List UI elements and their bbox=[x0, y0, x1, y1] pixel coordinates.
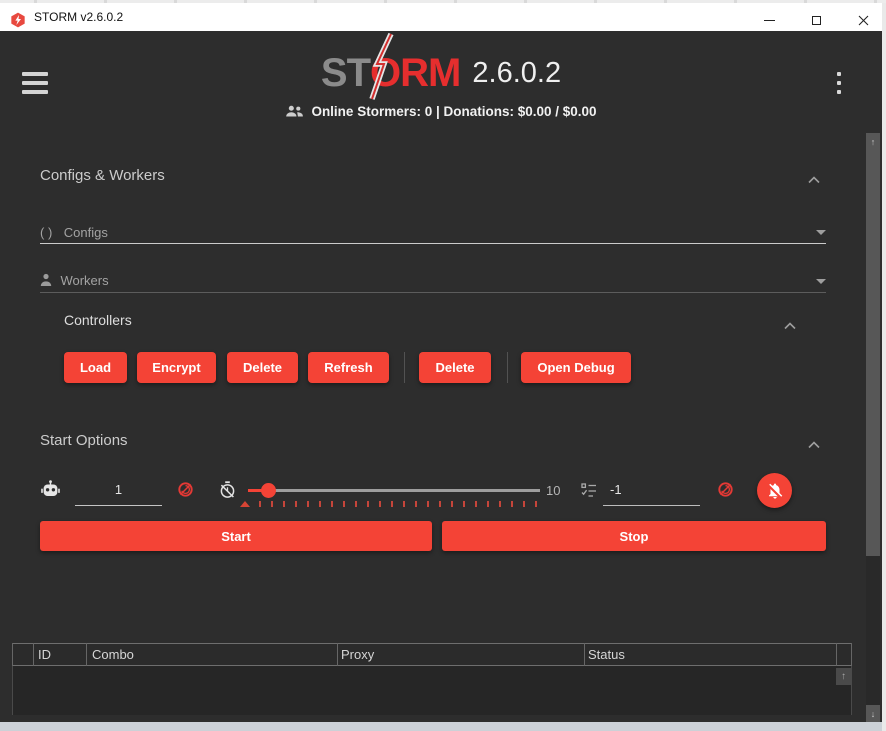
sync-disabled-icon[interactable] bbox=[177, 481, 194, 503]
list-position-input[interactable]: -1 bbox=[607, 482, 700, 497]
table-scroll-up-button[interactable]: ↑ bbox=[836, 668, 851, 685]
workers-caret-icon[interactable] bbox=[816, 279, 826, 284]
logo-version: 2.6.0.2 bbox=[472, 57, 561, 90]
button-divider bbox=[507, 352, 508, 383]
workers-dropdown-label: Workers bbox=[60, 273, 108, 288]
slider-thumb[interactable] bbox=[261, 483, 276, 498]
checklist-icon bbox=[581, 483, 597, 503]
titlebar: STORM v2.6.0.2 bbox=[0, 3, 882, 31]
app-logo-icon bbox=[10, 12, 26, 28]
refresh-button[interactable]: Refresh bbox=[308, 352, 389, 383]
table-divider bbox=[584, 643, 585, 666]
app-window: STO RM 2.6.0.2 Online Stormers: 0 | Dona… bbox=[0, 31, 882, 722]
start-options-collapse-icon[interactable] bbox=[808, 436, 820, 444]
maximize-icon bbox=[812, 16, 821, 25]
notifications-off-button[interactable] bbox=[757, 473, 792, 508]
slider-max-label: 10 bbox=[546, 483, 560, 498]
stats-bar: Online Stormers: 0 | Donations: $0.00 / … bbox=[0, 102, 882, 120]
desktop-edge-right bbox=[882, 3, 886, 731]
stop-button[interactable]: Stop bbox=[442, 521, 826, 551]
column-header-combo[interactable]: Combo bbox=[92, 647, 134, 662]
scrollbar-down-button[interactable]: ↓ bbox=[866, 705, 880, 722]
desktop-edge-bottom bbox=[0, 722, 882, 731]
delete-button[interactable]: Delete bbox=[227, 352, 298, 383]
controllers-collapse-icon[interactable] bbox=[784, 317, 796, 325]
start-button[interactable]: Start bbox=[40, 521, 432, 551]
column-header-proxy[interactable]: Proxy bbox=[341, 647, 374, 662]
slider-ticks bbox=[259, 501, 537, 508]
online-stats-text: Online Stormers: 0 | Donations: $0.00 / … bbox=[311, 104, 596, 119]
button-divider bbox=[404, 352, 405, 383]
person-icon bbox=[40, 273, 52, 287]
bots-count-input[interactable]: 1 bbox=[75, 482, 162, 497]
robot-icon bbox=[41, 480, 60, 503]
close-button[interactable] bbox=[840, 6, 886, 34]
online-users-icon bbox=[285, 104, 304, 118]
logo-text-rm: RM bbox=[400, 51, 460, 96]
configs-underline bbox=[40, 243, 826, 244]
table-divider bbox=[836, 643, 837, 666]
slider-start-marker bbox=[240, 501, 250, 507]
lightning-bolt-icon bbox=[367, 32, 397, 112]
table-border bbox=[851, 643, 852, 666]
table-border bbox=[12, 643, 13, 666]
configs-workers-collapse-icon[interactable] bbox=[808, 171, 820, 179]
close-icon bbox=[858, 15, 869, 26]
bell-off-icon bbox=[766, 482, 784, 500]
scrollbar-thumb[interactable] bbox=[866, 150, 880, 556]
position-input-underline bbox=[603, 505, 700, 506]
workers-dropdown[interactable]: Workers bbox=[40, 272, 826, 294]
configs-dropdown-label: Configs bbox=[64, 225, 108, 240]
screen: STORM v2.6.0.2 STO RM 2.6.0.2 bbox=[0, 0, 886, 731]
table-divider bbox=[337, 643, 338, 666]
bots-input-underline bbox=[75, 505, 162, 506]
column-header-status[interactable]: Status bbox=[588, 647, 625, 662]
minimize-button[interactable] bbox=[746, 6, 792, 34]
configs-caret-icon[interactable] bbox=[816, 230, 826, 235]
controllers-title: Controllers bbox=[64, 312, 132, 328]
results-table-body bbox=[12, 666, 852, 715]
section-configs-workers-title: Configs & Workers bbox=[40, 167, 165, 184]
encrypt-button[interactable]: Encrypt bbox=[137, 352, 216, 383]
logo-text-st: ST bbox=[321, 51, 370, 96]
load-button[interactable]: Load bbox=[64, 352, 127, 383]
delete-workers-button[interactable]: Delete bbox=[419, 352, 491, 383]
code-brackets-icon: ( ) bbox=[40, 225, 52, 240]
open-debug-button[interactable]: Open Debug bbox=[521, 352, 631, 383]
scrollbar-up-button[interactable]: ↑ bbox=[866, 133, 880, 150]
window-title: STORM v2.6.0.2 bbox=[34, 3, 123, 31]
start-options-title: Start Options bbox=[40, 432, 128, 449]
workers-underline bbox=[40, 292, 826, 293]
results-table-header bbox=[12, 643, 852, 666]
app-logo: STO RM 2.6.0.2 bbox=[0, 44, 882, 102]
table-divider bbox=[33, 643, 34, 666]
slider-track[interactable] bbox=[248, 489, 540, 492]
timeout-slider[interactable] bbox=[248, 481, 540, 499]
timer-off-icon bbox=[219, 481, 236, 504]
maximize-button[interactable] bbox=[793, 6, 839, 34]
minimize-icon bbox=[764, 20, 775, 21]
sync-disabled-icon-2[interactable] bbox=[717, 481, 734, 503]
column-header-id[interactable]: ID bbox=[38, 647, 51, 662]
table-divider bbox=[86, 643, 87, 666]
